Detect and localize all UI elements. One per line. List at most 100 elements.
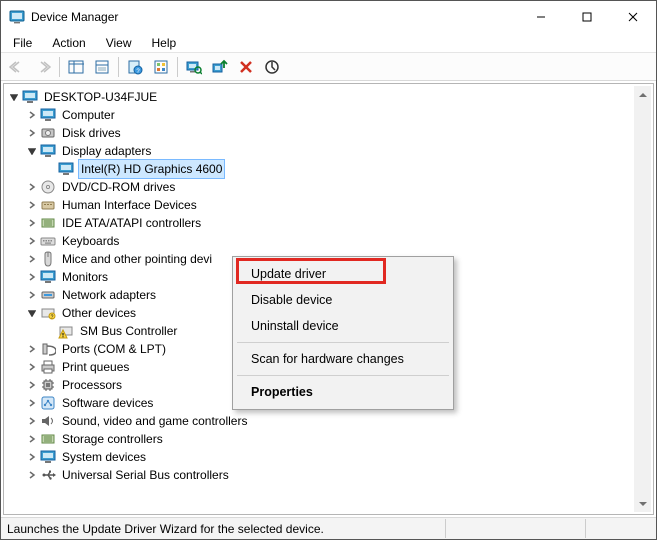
tree-label: DESKTOP-U34FJUE	[42, 88, 159, 106]
ctx-scan-hardware[interactable]: Scan for hardware changes	[235, 346, 451, 372]
menubar: File Action View Help	[1, 33, 656, 53]
display-icon	[40, 143, 56, 159]
scroll-down-button[interactable]	[634, 495, 651, 512]
uninstall-button[interactable]	[234, 56, 258, 78]
tree-item-display-adapters[interactable]: Display adapters	[8, 142, 653, 160]
chevron-right-icon[interactable]	[26, 397, 38, 409]
chevron-right-icon[interactable]	[26, 289, 38, 301]
chevron-right-icon[interactable]	[26, 235, 38, 247]
mouse-icon	[40, 251, 56, 267]
menu-file[interactable]: File	[5, 34, 40, 52]
dvd-icon	[40, 179, 56, 195]
chevron-right-icon[interactable]	[26, 451, 38, 463]
chevron-down-icon[interactable]	[26, 307, 38, 319]
hid-icon	[40, 197, 56, 213]
chevron-right-icon[interactable]	[26, 433, 38, 445]
disk-icon	[40, 125, 56, 141]
chevron-down-icon[interactable]	[8, 91, 20, 103]
keyboard-icon	[40, 233, 56, 249]
close-button[interactable]	[610, 2, 656, 32]
show-hide-tree-button[interactable]	[64, 56, 88, 78]
tree-item-intel-graphics[interactable]: Intel(R) HD Graphics 4600	[8, 160, 653, 178]
chevron-right-icon[interactable]	[26, 199, 38, 211]
scan-hardware-button[interactable]	[182, 56, 206, 78]
minimize-button[interactable]	[518, 2, 564, 32]
tree-label: Keyboards	[60, 232, 121, 250]
chevron-right-icon[interactable]	[26, 379, 38, 391]
tree-label: SM Bus Controller	[78, 322, 179, 340]
storage-icon	[40, 431, 56, 447]
properties-button[interactable]	[90, 56, 114, 78]
chevron-right-icon[interactable]	[26, 217, 38, 229]
tree-item-usb[interactable]: Universal Serial Bus controllers	[8, 466, 653, 484]
disable-button[interactable]	[260, 56, 284, 78]
tree-item-disk-drives[interactable]: Disk drives	[8, 124, 653, 142]
tree-label: Processors	[60, 376, 124, 394]
tree-root[interactable]: DESKTOP-U34FJUE	[8, 88, 653, 106]
update-driver-button[interactable]	[208, 56, 232, 78]
menu-view[interactable]: View	[98, 34, 140, 52]
chevron-right-icon[interactable]	[26, 109, 38, 121]
chevron-right-icon[interactable]	[26, 415, 38, 427]
tree-item-sound[interactable]: Sound, video and game controllers	[8, 412, 653, 430]
tree-label: Mice and other pointing devi	[60, 250, 214, 268]
tree-label: Other devices	[60, 304, 138, 322]
tree-item-ide[interactable]: IDE ATA/ATAPI controllers	[8, 214, 653, 232]
svg-text:?: ?	[51, 315, 54, 321]
menu-action[interactable]: Action	[44, 34, 93, 52]
tree-item-dvd[interactable]: DVD/CD-ROM drives	[8, 178, 653, 196]
cpu-icon	[40, 377, 56, 393]
usb-icon	[40, 467, 56, 483]
app-icon	[9, 9, 25, 25]
help-button[interactable]: ?	[123, 56, 147, 78]
toolbar: ?	[1, 53, 656, 81]
software-icon	[40, 395, 56, 411]
tree-label: Display adapters	[60, 142, 153, 160]
chevron-down-icon[interactable]	[26, 145, 38, 157]
back-button[interactable]	[5, 56, 29, 78]
tree-item-hid[interactable]: Human Interface Devices	[8, 196, 653, 214]
statusbar-divider	[585, 519, 586, 538]
monitor-icon	[40, 269, 56, 285]
tree-label: Print queues	[60, 358, 131, 376]
show-hidden-button[interactable]	[149, 56, 173, 78]
tree-label: Sound, video and game controllers	[60, 412, 249, 430]
statusbar-divider	[445, 519, 446, 538]
chevron-right-icon[interactable]	[26, 469, 38, 481]
titlebar: Device Manager	[1, 1, 656, 33]
tree-label: Storage controllers	[60, 430, 165, 448]
port-icon	[40, 341, 56, 357]
sound-icon	[40, 413, 56, 429]
menu-help[interactable]: Help	[144, 34, 185, 52]
chevron-right-icon[interactable]	[26, 361, 38, 373]
tree-item-keyboards[interactable]: Keyboards	[8, 232, 653, 250]
system-icon	[40, 449, 56, 465]
ctx-disable-device[interactable]: Disable device	[235, 287, 451, 313]
chevron-right-icon[interactable]	[26, 253, 38, 265]
scroll-up-button[interactable]	[634, 86, 651, 103]
chevron-right-icon[interactable]	[26, 181, 38, 193]
chevron-right-icon[interactable]	[26, 127, 38, 139]
ctx-update-driver[interactable]: Update driver	[235, 261, 451, 287]
content-area: DESKTOP-U34FJUE Computer Disk drives Dis…	[3, 83, 654, 515]
tree-item-storage[interactable]: Storage controllers	[8, 430, 653, 448]
ctx-properties[interactable]: Properties	[235, 379, 451, 405]
tree-item-system[interactable]: System devices	[8, 448, 653, 466]
tree-label: IDE ATA/ATAPI controllers	[60, 214, 203, 232]
statusbar: Launches the Update Driver Wizard for th…	[1, 517, 656, 539]
ctx-uninstall-device[interactable]: Uninstall device	[235, 313, 451, 339]
chevron-right-icon[interactable]	[26, 271, 38, 283]
tree-item-computer[interactable]: Computer	[8, 106, 653, 124]
tree-label: Software devices	[60, 394, 155, 412]
tree-label: DVD/CD-ROM drives	[60, 178, 177, 196]
vertical-scrollbar[interactable]	[634, 86, 651, 512]
tree-label: Computer	[60, 106, 117, 124]
tree-label: Network adapters	[60, 286, 158, 304]
computer-icon	[40, 107, 56, 123]
computer-icon	[22, 89, 38, 105]
maximize-button[interactable]	[564, 2, 610, 32]
tree-label: Monitors	[60, 268, 110, 286]
forward-button[interactable]	[31, 56, 55, 78]
display-icon	[58, 161, 74, 177]
chevron-right-icon[interactable]	[26, 343, 38, 355]
